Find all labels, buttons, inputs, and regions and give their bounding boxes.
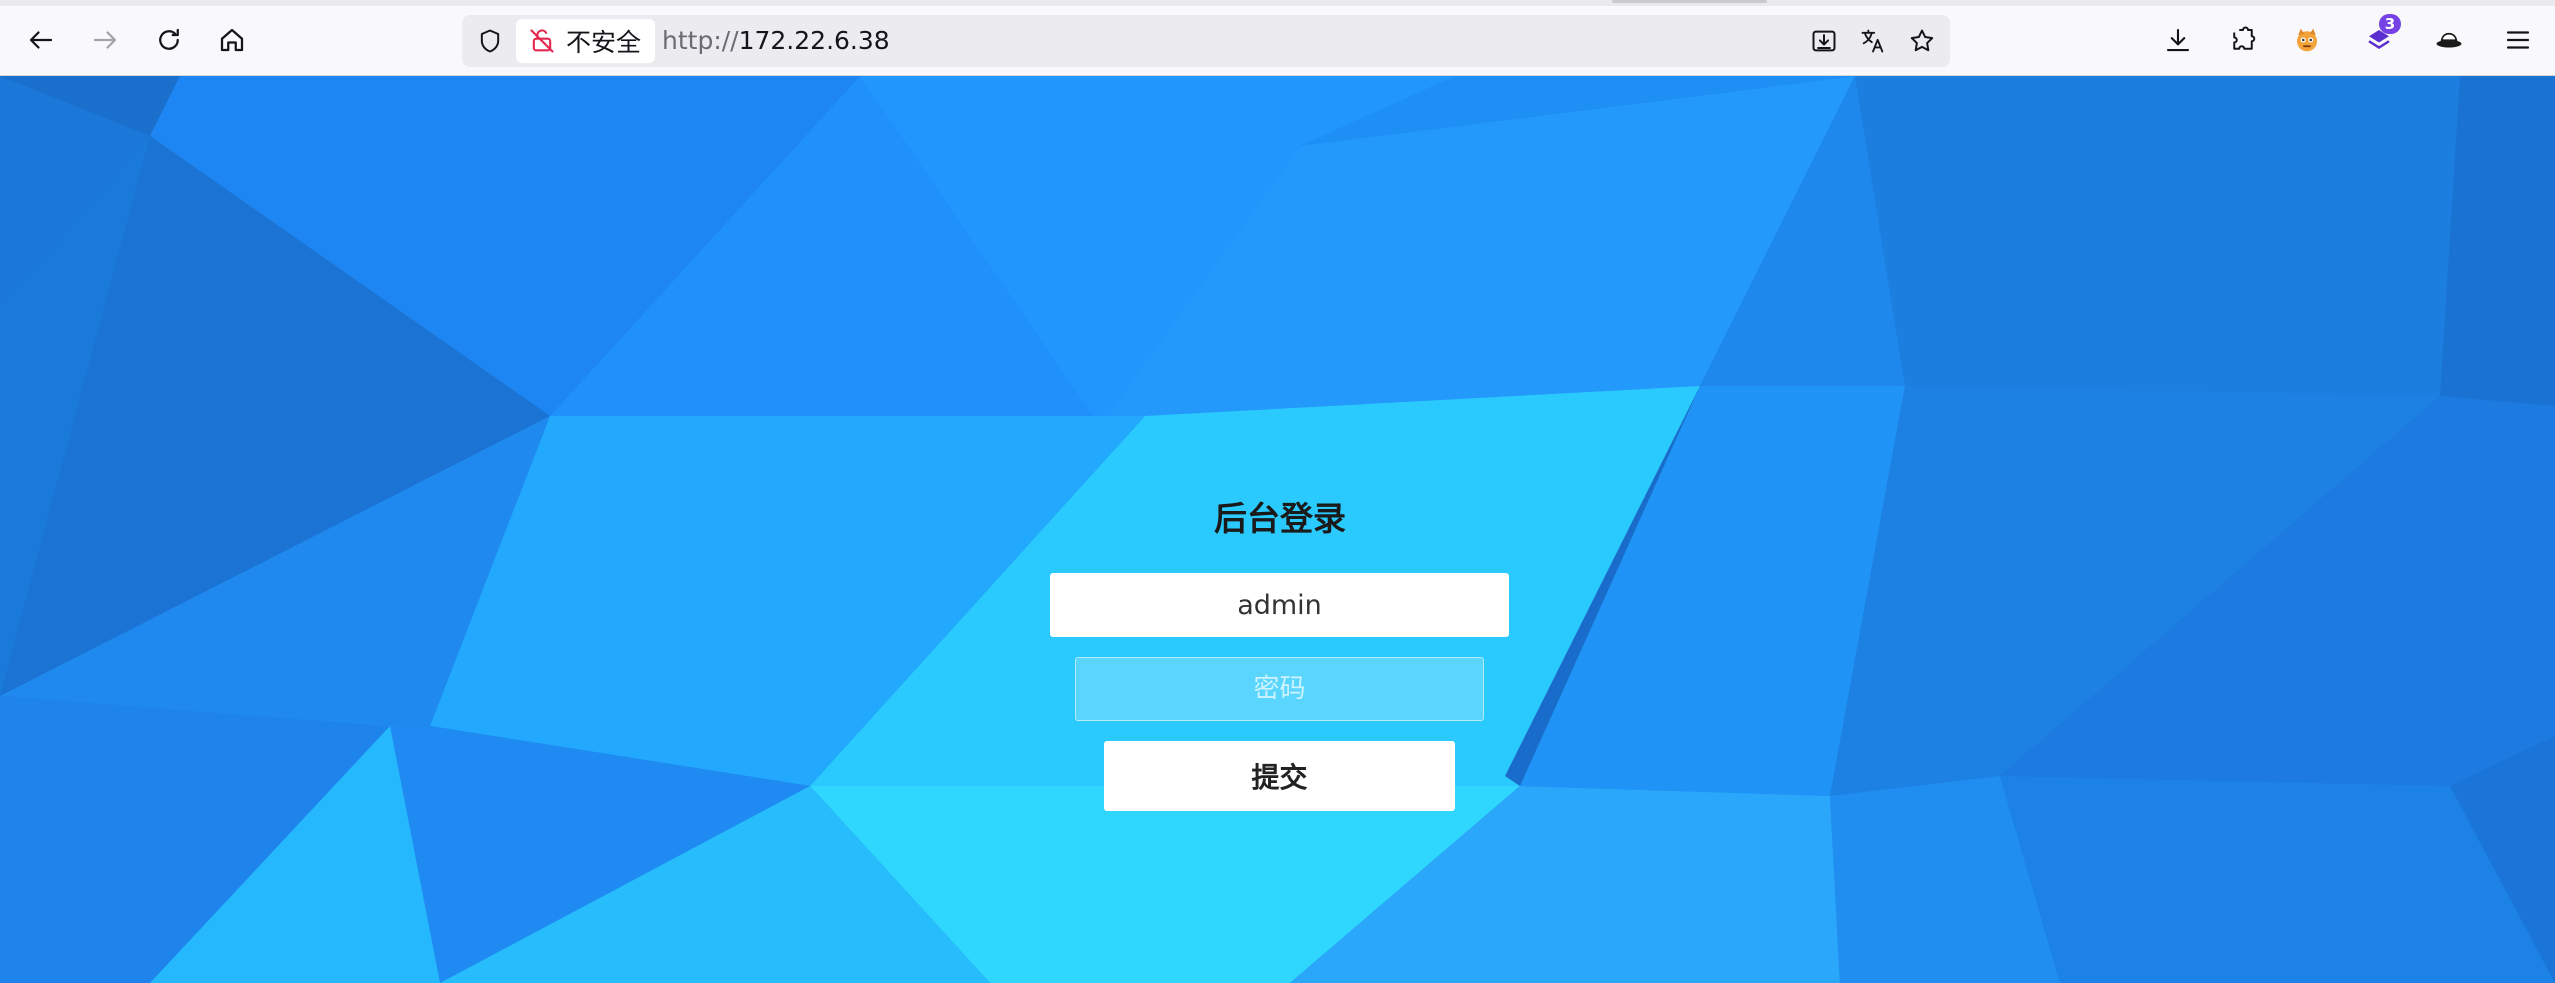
extension-badge: 3 <box>2379 14 2401 34</box>
back-button[interactable] <box>17 16 65 64</box>
arrow-right-icon <box>93 31 117 49</box>
save-page-button[interactable] <box>1804 21 1844 61</box>
login-title: 后台登录 <box>1214 499 1346 538</box>
download-icon <box>2166 28 2190 52</box>
star-icon <box>1910 29 1934 52</box>
extension-notification-button[interactable]: 3 <box>2355 14 2403 64</box>
reload-icon <box>159 28 179 50</box>
insecure-lock-icon <box>530 29 554 53</box>
tracking-protection-icon[interactable] <box>470 21 510 61</box>
tab-hint <box>1612 0 1767 3</box>
hamburger-menu-icon <box>2506 31 2530 49</box>
arrow-left-icon <box>29 31 53 49</box>
submit-button[interactable]: 提交 <box>1104 741 1455 811</box>
puzzle-icon <box>2233 26 2256 50</box>
forward-button[interactable] <box>81 16 129 64</box>
home-button[interactable] <box>208 16 256 64</box>
app-menu-button[interactable] <box>2494 16 2542 64</box>
translate-button[interactable] <box>1853 21 1893 61</box>
cat-extension-icon <box>2297 28 2317 52</box>
url-host: 172.22.6.38 <box>738 26 890 55</box>
extension-hat-button[interactable] <box>2425 16 2473 64</box>
download-tray-icon <box>1812 30 1836 52</box>
extension-tampermonkey-button[interactable] <box>2283 16 2331 64</box>
username-input[interactable] <box>1050 573 1509 637</box>
browser-toolbar: 不安全 http://172.22.6.38 3 <box>0 6 2555 76</box>
reload-button[interactable] <box>145 16 193 64</box>
bookmark-star-button[interactable] <box>1902 21 1942 61</box>
url-scheme: http:// <box>662 26 739 55</box>
password-input[interactable] <box>1075 657 1484 721</box>
downloads-button[interactable] <box>2154 16 2202 64</box>
insecure-label: 不安全 <box>566 28 642 57</box>
connection-insecure-chip[interactable]: 不安全 <box>516 19 656 63</box>
translate-icon <box>1861 29 1884 53</box>
home-icon <box>220 28 244 52</box>
login-page: 后台登录 提交 <box>0 76 2555 983</box>
hat-icon <box>2436 32 2462 48</box>
extensions-button[interactable] <box>2219 16 2267 64</box>
url-text[interactable]: http://172.22.6.38 <box>662 15 890 67</box>
login-form: 后台登录 提交 <box>0 76 2555 983</box>
address-bar[interactable]: 不安全 http://172.22.6.38 <box>462 15 1950 67</box>
